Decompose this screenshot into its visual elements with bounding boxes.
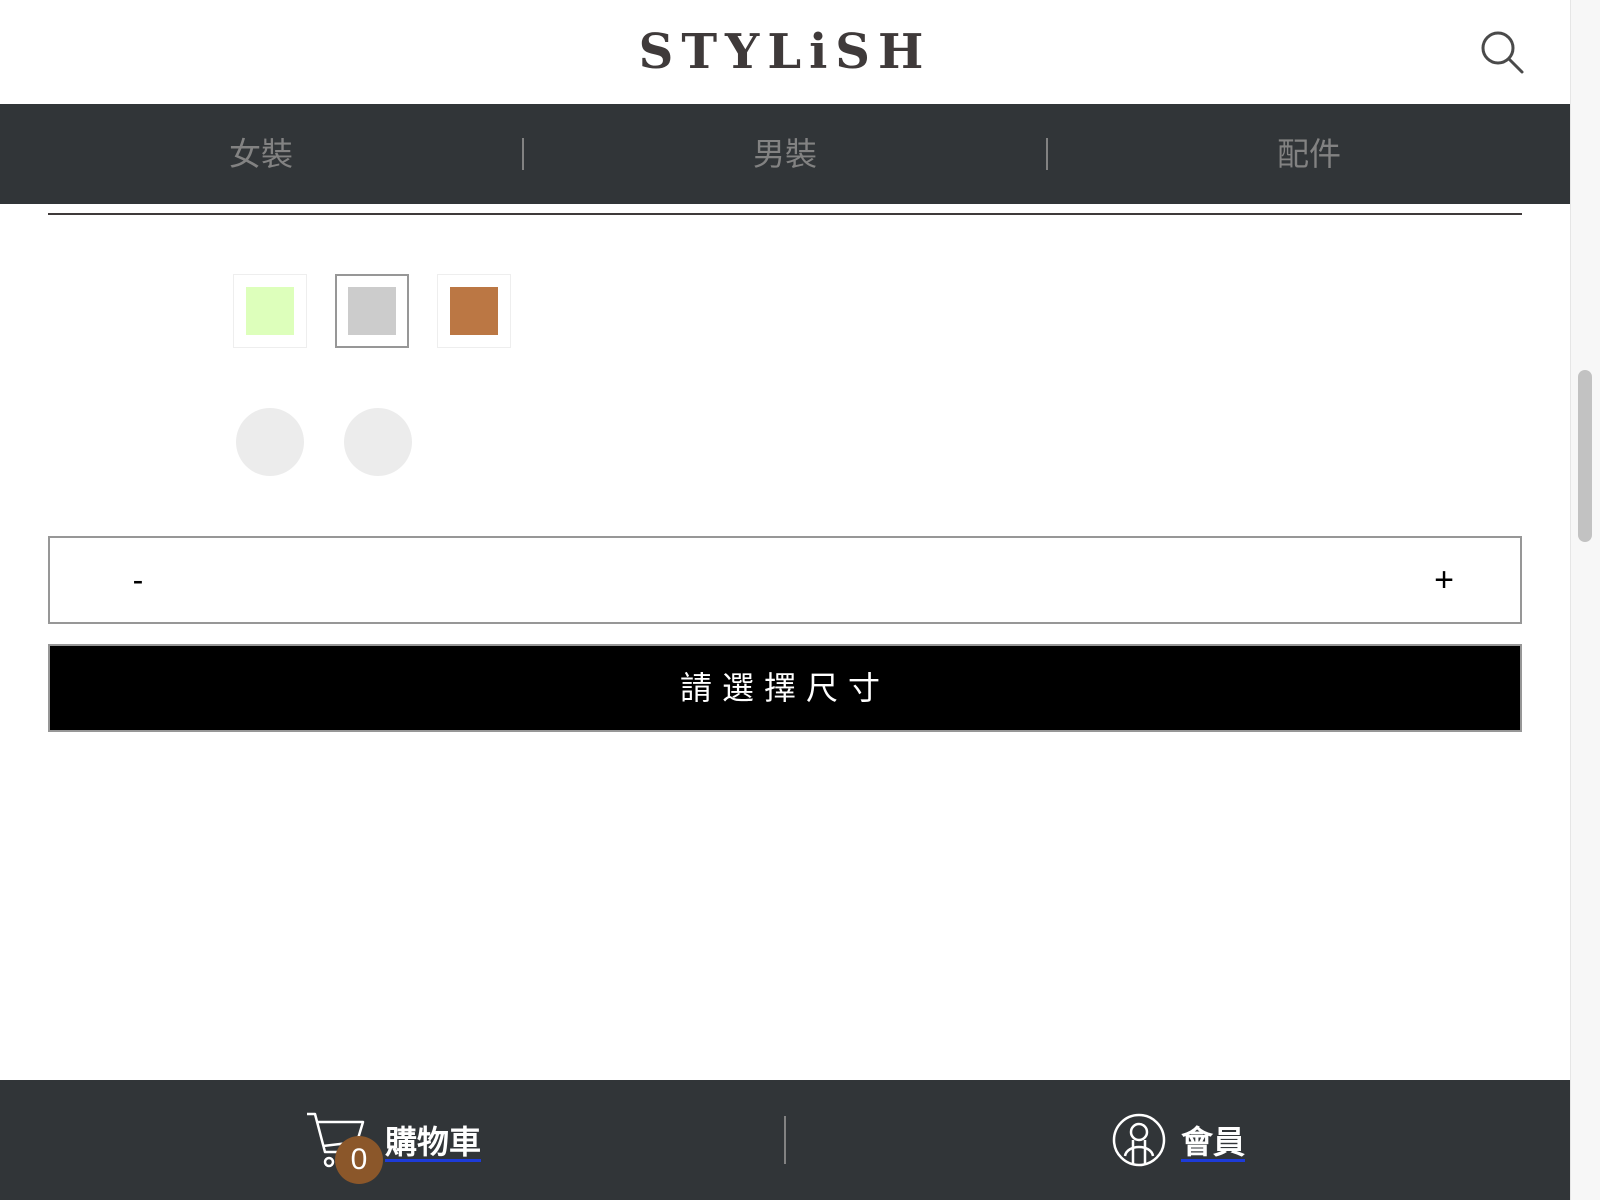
category-women[interactable]: 女裝 <box>0 134 522 174</box>
color-chip-light-gray[interactable] <box>335 274 409 348</box>
category-accessories[interactable]: 配件 <box>1048 134 1570 174</box>
cart-label: 購物車 <box>384 1123 481 1161</box>
color-swatch <box>450 287 498 335</box>
section-divider <box>48 213 1522 215</box>
color-chip-brown[interactable] <box>437 274 511 348</box>
size-options <box>236 408 412 476</box>
bottom-nav: 0 購物車 會員 <box>0 1080 1570 1200</box>
quantity-decrease-button[interactable]: - <box>110 552 166 608</box>
category-nav: 女裝 男裝 配件 <box>0 104 1570 204</box>
stylish-logo[interactable]: STYLiSH <box>0 22 1570 82</box>
product-page: STYLiSH 女裝 男裝 配件 - + 請選擇尺寸 0 購物車 會員 <box>0 0 1600 1200</box>
site-header: STYLiSH <box>0 0 1570 104</box>
select-size-button[interactable]: 請選擇尺寸 <box>48 644 1522 732</box>
search-button[interactable] <box>1478 28 1526 76</box>
search-icon <box>1481 31 1524 74</box>
size-option[interactable] <box>236 408 304 476</box>
color-swatch <box>246 287 294 335</box>
member-icon <box>1112 1113 1166 1167</box>
color-swatch <box>348 287 396 335</box>
quantity-increase-button[interactable]: + <box>1416 552 1472 608</box>
quantity-stepper: - + <box>48 536 1522 624</box>
member-link[interactable]: 會員 <box>786 1112 1570 1168</box>
member-label: 會員 <box>1180 1123 1245 1161</box>
cart-link[interactable]: 0 購物車 <box>0 1108 784 1184</box>
color-chip-light-green[interactable] <box>233 274 307 348</box>
category-men[interactable]: 男裝 <box>524 134 1046 174</box>
scrollbar-thumb[interactable] <box>1578 370 1592 542</box>
cart-count-badge: 0 <box>334 1136 383 1184</box>
cart-icon-wrap: 0 <box>303 1108 383 1184</box>
scrollbar-track[interactable] <box>1570 0 1600 1200</box>
size-option[interactable] <box>344 408 412 476</box>
color-options <box>233 274 511 348</box>
